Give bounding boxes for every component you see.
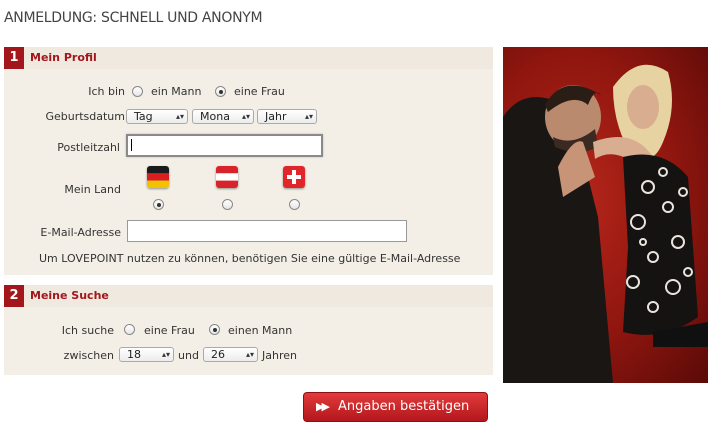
profile-section-header: 1 Mein Profil (4, 47, 493, 69)
couple-photo-illustration (503, 64, 708, 383)
zip-input[interactable] (126, 134, 323, 157)
country-radio-germany[interactable] (153, 199, 164, 210)
birth-day-select[interactable]: Tag ▴▾ (126, 109, 188, 124)
profile-section-number: 1 (4, 47, 24, 69)
country-label: Mein Land (64, 183, 121, 196)
gender-option-man[interactable]: ein Mann (151, 85, 201, 98)
birthdate-label: Geburtsdatum (45, 110, 125, 123)
seeking-radio-woman[interactable] (124, 324, 135, 335)
birth-year-value: Jahr (265, 110, 287, 123)
age-from-value: 18 (127, 348, 141, 361)
gender-radio-woman[interactable] (215, 86, 226, 97)
gender-label: Ich bin (88, 85, 125, 98)
email-input[interactable] (127, 220, 407, 242)
profile-section-title: Mein Profil (30, 51, 97, 64)
years-label: Jahren (262, 349, 297, 362)
chevron-updown-icon: ▴▾ (161, 350, 170, 359)
submit-button-label: Angaben bestätigen (338, 399, 470, 414)
chevron-updown-icon: ▴▾ (304, 112, 313, 121)
switzerland-flag-graphic (283, 166, 305, 188)
austria-flag-icon[interactable] (216, 166, 238, 188)
birth-month-value: Mona (200, 110, 230, 123)
age-to-select[interactable]: 26 ▴▾ (203, 347, 258, 362)
couple-photo (503, 47, 708, 383)
and-label: und (178, 349, 199, 362)
country-radio-austria[interactable] (222, 199, 233, 210)
birth-year-select[interactable]: Jahr ▴▾ (257, 109, 317, 124)
between-label: zwischen (63, 349, 114, 362)
switzerland-flag-icon[interactable] (283, 166, 305, 188)
zip-label: Postleitzahl (57, 141, 120, 154)
chevron-updown-icon: ▴▾ (245, 350, 254, 359)
email-label: E-Mail-Adresse (40, 226, 121, 239)
submit-button[interactable]: ▶▶ Angaben bestätigen (303, 392, 488, 422)
search-section: 2 Meine Suche Ich suche eine Frau einen … (4, 285, 493, 375)
profile-section: 1 Mein Profil Ich bin ein Mann eine Frau… (4, 47, 493, 275)
text-caret (131, 139, 132, 151)
search-section-number: 2 (4, 285, 24, 307)
seeking-option-man[interactable]: einen Mann (228, 324, 292, 337)
age-to-value: 26 (211, 348, 225, 361)
chevron-updown-icon: ▴▾ (241, 112, 250, 121)
germany-flag-icon[interactable] (147, 166, 169, 188)
country-radio-switzerland[interactable] (289, 199, 300, 210)
seeking-label: Ich suche (61, 324, 114, 337)
gender-radio-man[interactable] (132, 86, 143, 97)
gender-option-woman[interactable]: eine Frau (234, 85, 285, 98)
page-title: ANMELDUNG: SCHNELL UND ANONYM (4, 10, 263, 26)
search-section-header: 2 Meine Suche (4, 285, 493, 307)
austria-flag-graphic (216, 166, 238, 188)
double-play-icon: ▶▶ (316, 400, 330, 413)
germany-flag-graphic (147, 166, 169, 188)
birth-day-value: Tag (134, 110, 153, 123)
seeking-radio-man[interactable] (209, 324, 220, 335)
seeking-option-woman[interactable]: eine Frau (144, 324, 195, 337)
birth-month-select[interactable]: Mona ▴▾ (192, 109, 254, 124)
age-from-select[interactable]: 18 ▴▾ (119, 347, 174, 362)
chevron-updown-icon: ▴▾ (175, 112, 184, 121)
email-hint: Um LOVEPOINT nutzen zu können, benötigen… (39, 252, 461, 265)
search-section-title: Meine Suche (30, 289, 109, 302)
